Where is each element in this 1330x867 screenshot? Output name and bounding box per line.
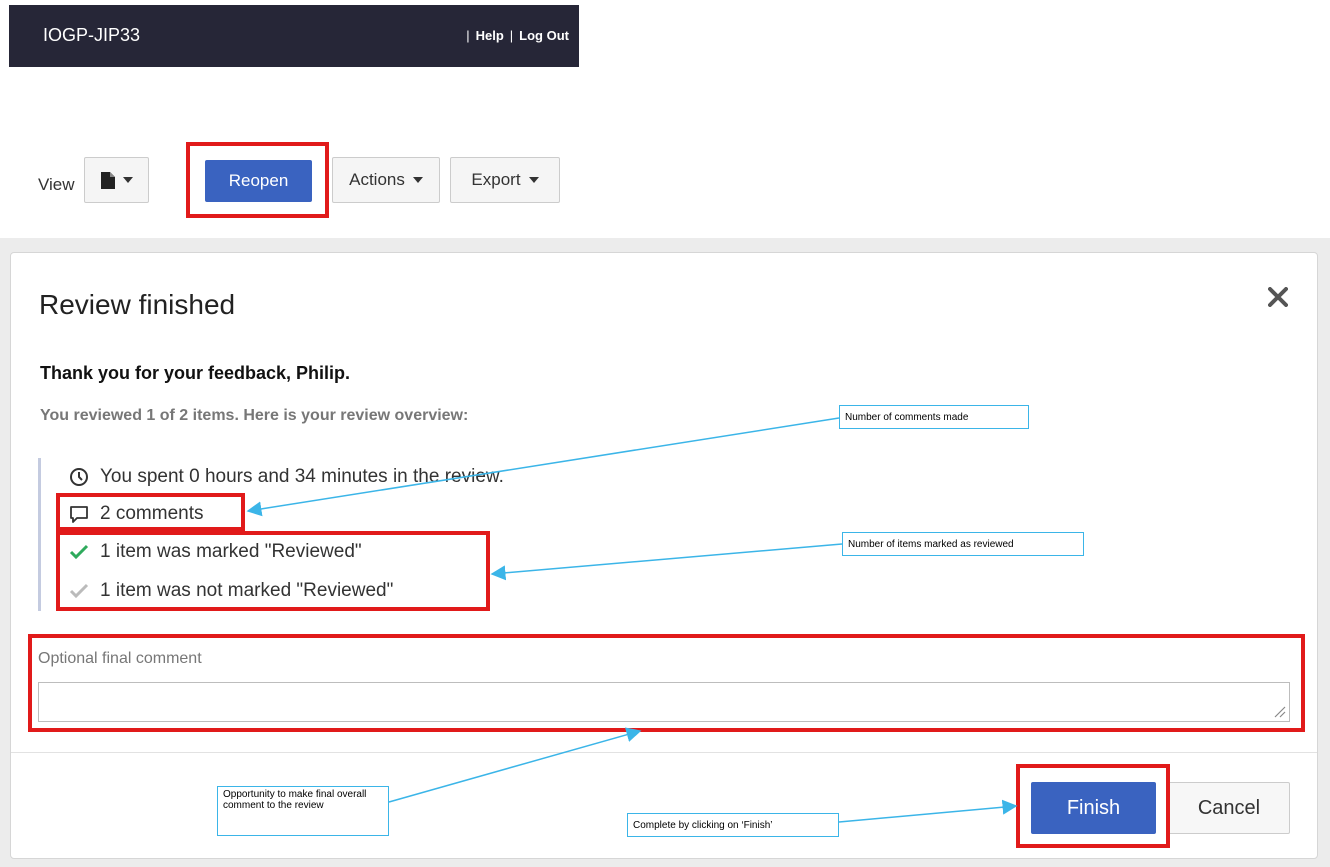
cancel-button[interactable]: Cancel	[1168, 782, 1290, 834]
reopen-button[interactable]: Reopen	[205, 160, 312, 202]
comments-stat: 2 comments	[68, 503, 203, 525]
help-link[interactable]: Help	[476, 28, 504, 43]
time-spent-text: You spent 0 hours and 34 minutes in the …	[100, 466, 504, 487]
thanks-message: Thank you for your feedback, Philip.	[40, 363, 351, 383]
clock-icon	[68, 466, 90, 488]
callout-comments-text: Number of comments made	[845, 411, 969, 423]
close-icon[interactable]	[1268, 287, 1288, 307]
chevron-down-icon	[528, 177, 539, 183]
check-icon	[68, 541, 90, 563]
separator: |	[466, 28, 470, 43]
brand-title: IOGP-JIP33	[43, 25, 141, 45]
comment-icon	[68, 503, 90, 525]
separator: |	[509, 28, 514, 43]
comments-text: 2 comments	[100, 503, 204, 524]
final-comment-input[interactable]	[38, 682, 1290, 722]
callout-final-text: Opportunity to make final overall commen…	[223, 789, 367, 811]
reviewed-stat: 1 item was marked "Reviewed"	[68, 541, 362, 563]
finish-label: Finish	[1066, 796, 1121, 819]
reopen-label: Reopen	[228, 171, 289, 190]
reviewed-text: 1 item was marked "Reviewed"	[100, 541, 362, 562]
time-spent-stat: You spent 0 hours and 34 minutes in the …	[68, 466, 504, 488]
top-links: | Help | Log Out	[460, 28, 569, 43]
stats-accent-bar	[38, 458, 41, 611]
document-icon	[100, 171, 115, 189]
check-grey-icon	[68, 580, 90, 602]
export-label: Export	[471, 170, 521, 189]
top-bar: IOGP-JIP33 | Help | Log Out	[9, 5, 579, 67]
resize-grip-icon[interactable]	[1272, 704, 1286, 718]
actions-dropdown-button[interactable]: Actions	[332, 157, 440, 203]
view-dropdown-button[interactable]	[84, 157, 149, 203]
dialog-title: Review finished	[39, 289, 236, 320]
actions-label: Actions	[349, 170, 405, 189]
callout-finish-text: Complete by clicking on ‘Finish’	[633, 819, 773, 831]
callout-comments: Number of comments made	[839, 405, 1029, 429]
export-dropdown-button[interactable]: Export	[450, 157, 560, 203]
footer-divider	[11, 752, 1317, 753]
not-reviewed-stat: 1 item was not marked "Reviewed"	[68, 580, 393, 602]
callout-finish: Complete by clicking on ‘Finish’	[627, 813, 839, 837]
cancel-label: Cancel	[1197, 796, 1261, 819]
final-comment-label: Optional final comment	[38, 650, 202, 667]
logout-link[interactable]: Log Out	[519, 28, 569, 43]
callout-reviewed-text: Number of items marked as reviewed	[848, 538, 1014, 550]
review-summary: You reviewed 1 of 2 items. Here is your …	[40, 407, 469, 424]
callout-reviewed: Number of items marked as reviewed	[842, 532, 1084, 556]
callout-final-comment: Opportunity to make final overall commen…	[217, 786, 389, 836]
chevron-down-icon	[122, 177, 133, 183]
view-label: View	[38, 175, 75, 194]
chevron-down-icon	[412, 177, 423, 183]
not-reviewed-text: 1 item was not marked "Reviewed"	[100, 580, 394, 601]
finish-button[interactable]: Finish	[1031, 782, 1156, 834]
